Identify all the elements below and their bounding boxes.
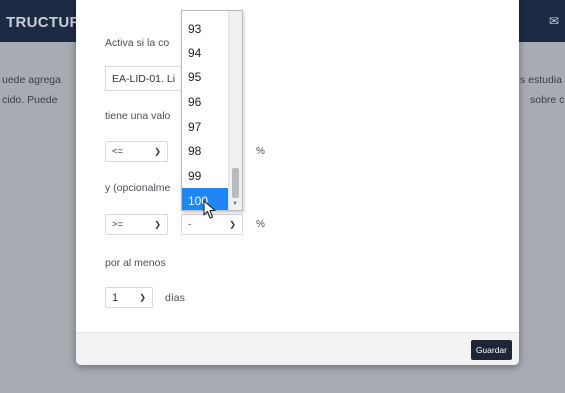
second-operator-select[interactable]: >= ❯	[105, 214, 168, 235]
second-operator-value: >=	[112, 219, 124, 230]
chevron-down-icon: ❯	[229, 220, 236, 229]
background-text: sobre c	[530, 94, 565, 106]
days-label: días	[165, 292, 185, 304]
value-label: tiene una valo	[105, 110, 171, 122]
background-text: uede agrega	[2, 74, 61, 86]
background-text: cido. Puede	[2, 94, 58, 106]
at-least-label: por al menos	[105, 257, 166, 269]
second-value: -	[188, 219, 192, 230]
mail-icon[interactable]: ✉	[549, 14, 559, 28]
background-app-title: TRUCTUF	[6, 14, 79, 31]
condition-modal: Activa si la co EA-LID-01. Li tiene una …	[76, 0, 519, 365]
item-select-value: EA-LID-01. Li	[112, 72, 176, 85]
modal-footer: Guardar	[76, 332, 519, 365]
dropdown-option[interactable]: 96	[182, 89, 229, 114]
dropdown-option[interactable]: 93	[182, 16, 229, 41]
value-dropdown-list[interactable]: 93 94 95 96 97 98 99 100 ▼	[181, 10, 243, 211]
background-toolbar-icons: ✉	[549, 14, 559, 28]
first-operator-select[interactable]: <= ❯	[105, 141, 168, 162]
dropdown-option[interactable]: 97	[182, 114, 229, 139]
dropdown-scrollbar[interactable]: ▼	[228, 11, 242, 210]
save-button[interactable]: Guardar	[470, 340, 512, 360]
dropdown-option[interactable]: 98	[182, 138, 229, 163]
scroll-down-icon[interactable]: ▼	[232, 201, 238, 207]
percent-sign: %	[256, 146, 265, 157]
chevron-down-icon: ❯	[154, 220, 161, 229]
background-text: s estudia	[520, 74, 563, 86]
mouse-pointer-icon	[203, 200, 216, 219]
chevron-down-icon: ❯	[154, 147, 161, 156]
dropdown-option[interactable]: 95	[182, 64, 229, 89]
scrollbar-thumb[interactable]	[232, 168, 239, 198]
days-select[interactable]: 1 ❯	[105, 287, 153, 308]
percent-sign: %	[256, 219, 265, 230]
optional-label: y (opcionalme	[105, 182, 171, 194]
first-operator-value: <=	[112, 146, 124, 157]
days-value: 1	[112, 291, 119, 304]
dropdown-option[interactable]: 99	[182, 163, 229, 188]
dropdown-option[interactable]: 94	[182, 40, 229, 65]
activate-label: Activa si la co	[105, 37, 170, 49]
chevron-down-icon: ❯	[139, 293, 146, 302]
